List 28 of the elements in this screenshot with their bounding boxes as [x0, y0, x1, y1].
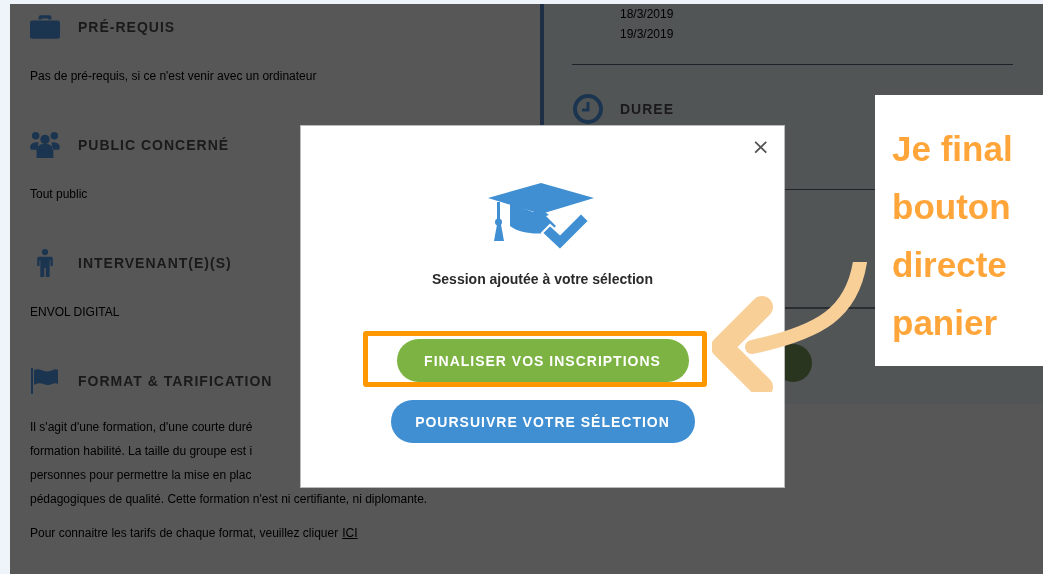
briefcase-icon — [30, 13, 60, 41]
group-icon — [30, 131, 60, 159]
pricing-link[interactable]: ICI — [342, 526, 358, 540]
continue-button[interactable]: POURSUIVRE VOTRE SÉLECTION — [390, 400, 695, 443]
flag-icon — [30, 367, 60, 395]
section-heading: PRÉ-REQUIS — [78, 19, 176, 35]
callout-text: bouton — [892, 186, 1012, 228]
body-text: personnes pour permettre la mise en plac — [30, 467, 252, 484]
section-heading: FORMAT & TARIFICATION — [78, 373, 273, 389]
callout-text: panier — [892, 302, 999, 344]
body-text: Pas de pré-requis, si ce n'est venir avec un ordinateur — [30, 68, 317, 85]
clock-icon — [572, 93, 604, 125]
body-text: Tout public — [30, 186, 88, 203]
session-date: 18/3/2019 — [620, 6, 675, 23]
body-text: ENVOL DIGITAL — [30, 304, 120, 321]
confirmation-message: Session ajoutée à votre sélection — [432, 271, 653, 287]
body-text: formation habilité. La taille du groupe est i — [30, 443, 253, 460]
body-text: pédagogiques de qualité. Cette formation n'est ni certifiante, ni diplomante. — [30, 491, 428, 508]
close-button[interactable]: × — [751, 136, 770, 158]
section-heading: DUREE — [620, 101, 674, 117]
body-text: Il s'agit d'une formation, d'une courte duré — [30, 419, 253, 436]
session-date: 19/3/2019 — [620, 26, 675, 43]
pricing-note: Pour connaitre les tarifs de chaque format, veuillez cliquer — [30, 526, 339, 540]
callout-text: directe — [892, 244, 1008, 286]
section-heading: PUBLIC CONCERNÉ — [78, 137, 230, 153]
callout-text: Je final — [892, 128, 1014, 170]
finalize-button[interactable]: FINALISER VOS INSCRIPTIONS — [396, 339, 689, 382]
section-heading: INTERVENANT(E)(S) — [78, 255, 232, 271]
